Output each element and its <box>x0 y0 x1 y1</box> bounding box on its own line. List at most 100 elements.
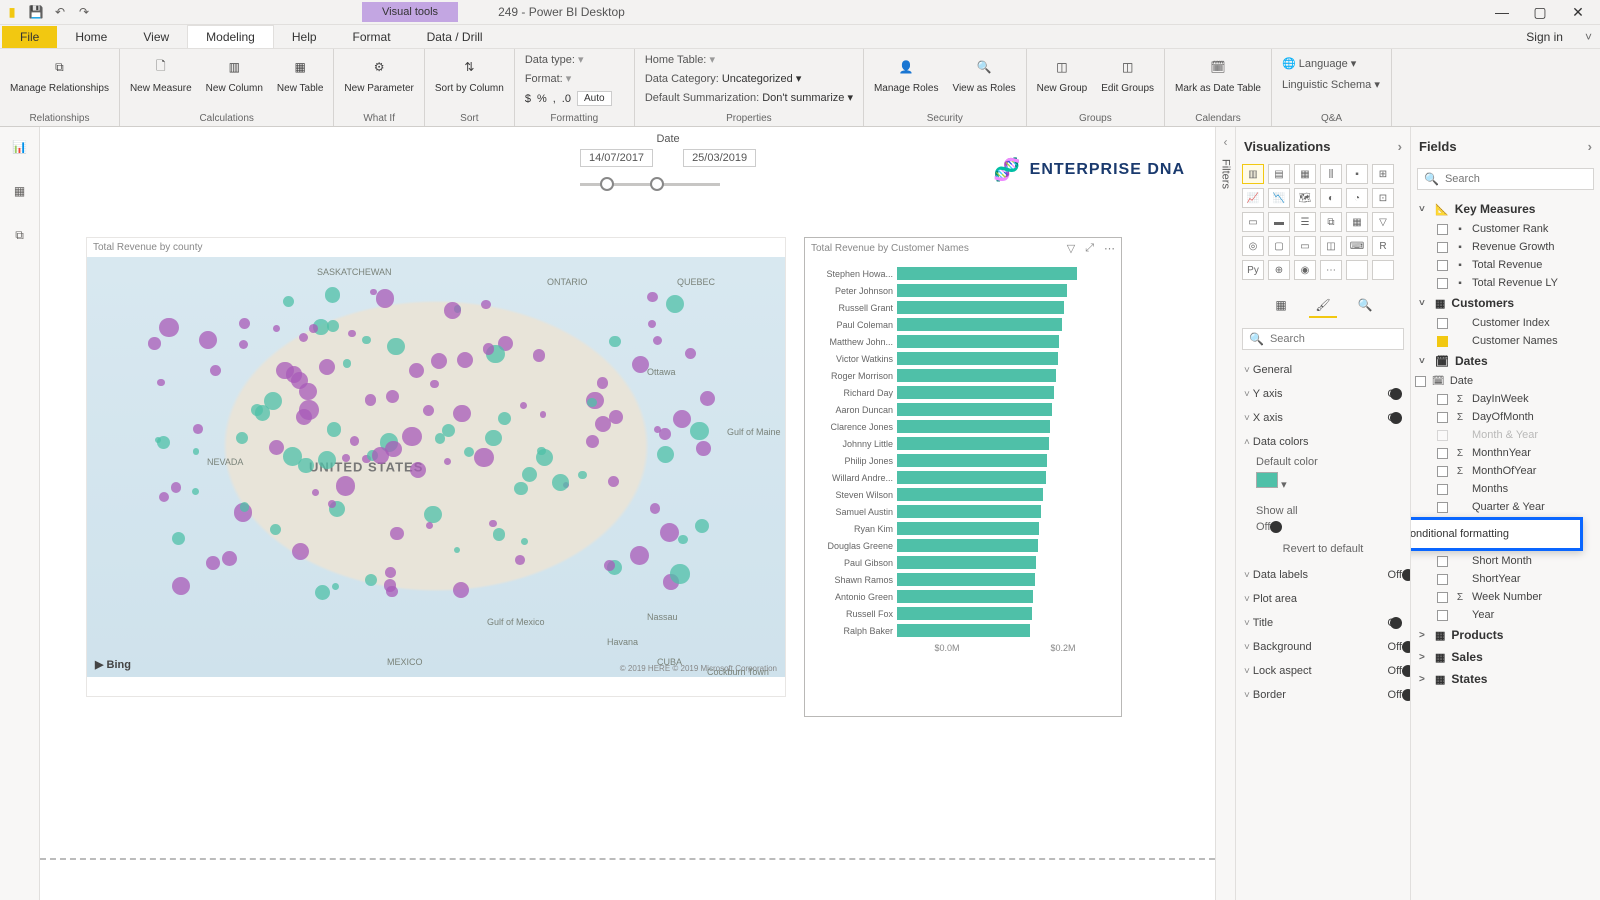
map-bubble[interactable] <box>390 527 404 541</box>
chevron-down-icon[interactable]: ˅ <box>1577 26 1600 48</box>
fields-well-tab[interactable]: ▦ <box>1267 294 1295 318</box>
section-plot-area[interactable]: ˅ Plot area <box>1242 587 1404 611</box>
viz-type-cell[interactable]: Py <box>1242 260 1264 280</box>
field-table-states[interactable]: ˃▦States <box>1417 668 1594 690</box>
bar[interactable] <box>897 590 1033 603</box>
viz-type-cell[interactable]: ▭ <box>1294 236 1316 256</box>
bar[interactable] <box>897 522 1039 535</box>
section-background[interactable]: ˅ BackgroundOff <box>1242 635 1404 659</box>
bar[interactable] <box>897 369 1056 382</box>
map-body[interactable]: UNITED STATES ▶ Bing © 2019 HERE © 2019 … <box>87 257 785 677</box>
new-column-button[interactable]: ▥New Column <box>202 51 267 96</box>
new-parameter-button[interactable]: ⚙New Parameter <box>340 51 417 96</box>
bar[interactable] <box>897 556 1036 569</box>
comma-button[interactable]: , <box>553 93 556 105</box>
decimals-input[interactable]: Auto <box>577 91 612 106</box>
map-bubble[interactable] <box>240 502 249 511</box>
map-bubble[interactable] <box>319 359 335 375</box>
map-bubble[interactable] <box>348 330 356 338</box>
map-bubble[interactable] <box>430 380 438 388</box>
report-view-icon[interactable]: 📊 <box>8 135 32 159</box>
field-checkbox[interactable] <box>1437 466 1448 477</box>
viz-type-cell[interactable]: ⧉ <box>1320 212 1342 232</box>
restore-icon[interactable]: ▢ <box>1530 4 1550 21</box>
map-bubble[interactable] <box>586 435 599 448</box>
map-bubble[interactable] <box>604 560 615 571</box>
analytics-tab[interactable]: 🔍 <box>1351 294 1379 318</box>
map-bubble[interactable] <box>410 462 426 478</box>
field-item[interactable]: Quarter & Year <box>1417 498 1594 516</box>
map-bubble[interactable] <box>299 400 319 420</box>
date-slider[interactable] <box>580 175 720 195</box>
viz-type-cell[interactable]: R <box>1372 236 1394 256</box>
tab-modeling[interactable]: Modeling <box>187 25 274 48</box>
linguistic-schema-dropdown[interactable]: Linguistic Schema ▾ <box>1278 76 1384 93</box>
defaultsum-dropdown[interactable]: Don't summarize ▾ <box>762 92 853 104</box>
viz-type-cell[interactable]: ▥ <box>1242 164 1264 184</box>
field-checkbox[interactable] <box>1437 412 1448 423</box>
bar[interactable] <box>897 267 1077 280</box>
map-bubble[interactable] <box>673 410 691 428</box>
map-bubble[interactable] <box>552 474 569 491</box>
section-y-axis[interactable]: ˅ Y axisOn <box>1242 382 1404 406</box>
language-dropdown[interactable]: 🌐 Language ▾ <box>1278 55 1360 72</box>
expand-filters-icon[interactable]: ‹ <box>1224 135 1228 149</box>
viz-type-cell[interactable]: ▭ <box>1242 212 1264 232</box>
map-bubble[interactable] <box>312 489 319 496</box>
map-bubble[interactable] <box>206 556 220 570</box>
field-checkbox[interactable] <box>1437 278 1448 289</box>
map-bubble[interactable] <box>342 454 350 462</box>
map-bubble[interactable] <box>608 476 619 487</box>
datatype-dropdown[interactable]: ▾ <box>578 54 584 66</box>
map-bubble[interactable] <box>159 318 179 338</box>
map-bubble[interactable] <box>695 519 709 533</box>
sign-in-link[interactable]: Sign in <box>1512 26 1577 48</box>
manage-roles-button[interactable]: 👤Manage Roles <box>870 51 942 96</box>
field-item[interactable]: ▪Customer Rank <box>1417 220 1594 238</box>
viz-type-cell[interactable] <box>1372 260 1394 280</box>
bar[interactable] <box>897 437 1049 450</box>
fields-search[interactable]: 🔍 <box>1417 168 1594 190</box>
field-item[interactable]: ▪Total Revenue LY <box>1417 274 1594 292</box>
date-to[interactable]: 25/03/2019 <box>683 149 756 167</box>
tab-data-drill[interactable]: Data / Drill <box>409 26 501 48</box>
map-bubble[interactable] <box>696 441 711 456</box>
fields-search-input[interactable] <box>1445 173 1587 185</box>
map-bubble[interactable] <box>148 337 160 349</box>
field-table-sales[interactable]: ˃▦Sales <box>1417 646 1594 668</box>
map-bubble[interactable] <box>514 482 527 495</box>
slider-handle-to[interactable] <box>650 177 664 191</box>
bar[interactable] <box>897 352 1058 365</box>
section-data-labels[interactable]: ˅ Data labelsOff <box>1242 563 1404 587</box>
field-item[interactable]: ΣMonthnYear <box>1417 444 1594 462</box>
map-bubble[interactable] <box>192 488 199 495</box>
bar[interactable] <box>897 539 1038 552</box>
map-bubble[interactable] <box>193 448 199 454</box>
viz-type-cell[interactable]: ▬ <box>1268 212 1290 232</box>
viz-type-cell[interactable]: ◉ <box>1294 260 1316 280</box>
map-bubble[interactable] <box>533 349 545 361</box>
field-table-products[interactable]: ˃▦Products <box>1417 624 1594 646</box>
bar[interactable] <box>897 454 1047 467</box>
map-bubble[interactable] <box>474 448 494 468</box>
map-bubble[interactable] <box>520 402 528 410</box>
field-item[interactable]: Month & Year <box>1417 426 1594 444</box>
field-item[interactable]: ΣDayInWeek <box>1417 390 1594 408</box>
field-item[interactable]: ΣDayOfMonth <box>1417 408 1594 426</box>
map-bubble[interactable] <box>444 302 461 319</box>
map-bubble[interactable] <box>481 300 490 309</box>
bar[interactable] <box>897 301 1064 314</box>
map-bubble[interactable] <box>269 440 284 455</box>
section-lock-aspect[interactable]: ˅ Lock aspectOff <box>1242 659 1404 683</box>
viz-type-cell[interactable]: ⋯ <box>1320 260 1342 280</box>
edit-groups-button[interactable]: ◫Edit Groups <box>1097 51 1158 96</box>
map-bubble[interactable] <box>431 353 447 369</box>
map-bubble[interactable] <box>362 336 371 345</box>
close-icon[interactable]: ✕ <box>1568 4 1588 21</box>
map-bubble[interactable] <box>453 405 471 423</box>
bar[interactable] <box>897 488 1043 501</box>
format-search[interactable]: 🔍 <box>1242 328 1404 350</box>
map-bubble[interactable] <box>647 292 657 302</box>
viz-type-cell[interactable]: ◎ <box>1242 236 1264 256</box>
map-bubble[interactable] <box>493 528 505 540</box>
